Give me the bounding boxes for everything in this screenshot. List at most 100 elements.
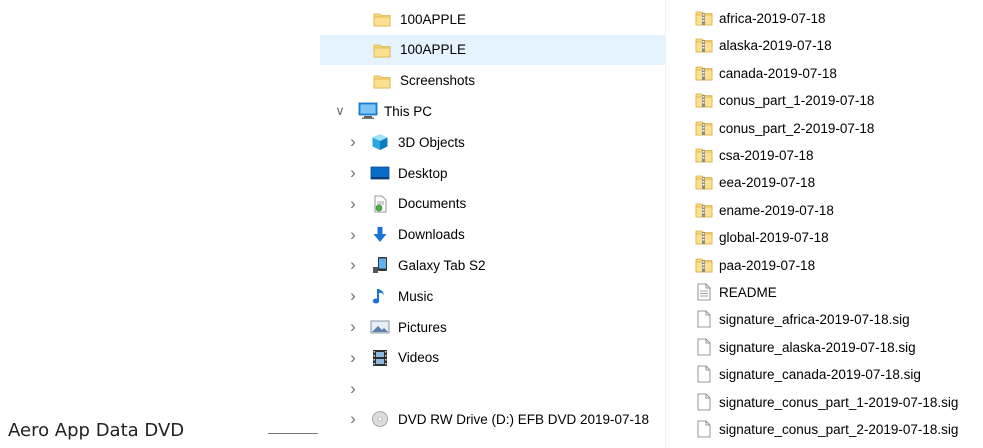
file-item[interactable]: eea-2019-07-18 — [692, 169, 983, 196]
blank-file-icon — [694, 392, 714, 412]
nav-item[interactable]: › Documents — [320, 189, 665, 219]
folder-icon — [372, 9, 392, 29]
navigation-pane: 100APPLE 100APPLE Screenshots ∨ This PC › 3D O… — [320, 0, 665, 448]
nav-item[interactable]: › Videos — [320, 343, 665, 373]
file-name: signature_conus_part_1-2019-07-18.sig — [719, 394, 959, 410]
nav-item-label: Screenshots — [400, 73, 476, 89]
file-item[interactable]: signature_canada-2019-07-18.sig — [692, 361, 983, 388]
file-name: signature_alaska-2019-07-18.sig — [719, 339, 916, 355]
file-name: signature_africa-2019-07-18.sig — [719, 312, 910, 328]
file-name: signature_conus_part_2-2019-07-18.sig — [719, 422, 959, 437]
zip-folder-icon — [694, 255, 714, 275]
chevron-right-icon[interactable]: › — [347, 374, 359, 404]
download-arrow-icon — [370, 225, 390, 245]
cube-icon — [370, 132, 390, 152]
file-item[interactable]: africa-2019-07-18 — [692, 5, 983, 32]
zip-folder-icon — [694, 90, 714, 110]
blank-file-icon — [694, 419, 714, 439]
zip-folder-icon — [694, 118, 714, 138]
computer-icon — [358, 101, 378, 121]
chevron-right-icon[interactable]: › — [347, 158, 359, 188]
nav-item-label: Downloads — [398, 227, 465, 243]
file-item[interactable]: ename-2019-07-18 — [692, 197, 983, 224]
nav-item[interactable]: 100APPLE — [320, 34, 665, 65]
annotation-label: Aero App Data DVD — [8, 419, 185, 441]
zip-folder-icon — [694, 8, 714, 28]
nav-item-label: Galaxy Tab S2 — [398, 257, 486, 273]
file-name: signature_canada-2019-07-18.sig — [719, 367, 921, 383]
nav-item-label: Videos — [398, 350, 440, 366]
nav-item-label: Pictures — [398, 319, 447, 335]
zip-folder-icon — [694, 227, 714, 247]
file-item[interactable]: README — [692, 279, 983, 306]
blank-file-icon — [694, 364, 714, 384]
chevron-right-icon[interactable]: › — [347, 127, 359, 157]
pane-separator — [665, 0, 666, 448]
nav-item-label: 3D Objects — [398, 134, 465, 150]
file-item[interactable]: paa-2019-07-18 — [692, 252, 983, 279]
chevron-down-icon[interactable]: ∨ — [334, 96, 346, 126]
nav-item[interactable]: › Galaxy Tab S2 — [320, 250, 665, 280]
file-item[interactable]: csa-2019-07-18 — [692, 142, 983, 169]
file-name: africa-2019-07-18 — [719, 11, 826, 26]
file-item[interactable]: conus_part_2-2019-07-18 — [692, 115, 983, 142]
chevron-right-icon[interactable]: › — [347, 189, 359, 219]
nav-item[interactable]: › DVD RW Drive (D:) EFB DVD 2019-07-18 — [320, 404, 665, 434]
nav-item[interactable]: › Pictures — [320, 312, 665, 342]
nav-item-label: This PC — [384, 103, 433, 119]
file-name: README — [719, 285, 777, 300]
file-name: paa-2019-07-18 — [719, 257, 816, 273]
chevron-right-icon[interactable]: › — [347, 220, 359, 250]
chevron-right-icon[interactable]: › — [347, 404, 359, 434]
dvd-drive-icon — [370, 409, 390, 429]
zip-folder-icon — [694, 35, 714, 55]
file-item[interactable]: conus_part_1-2019-07-18 — [692, 87, 983, 114]
nav-item[interactable]: › Desktop — [320, 158, 665, 188]
text-file-icon — [694, 282, 714, 302]
nav-item[interactable]: › 3D Objects — [320, 127, 665, 157]
pictures-icon — [370, 317, 390, 337]
file-name: alaska-2019-07-18 — [719, 38, 832, 54]
file-item[interactable]: alaska-2019-07-18 — [692, 32, 983, 59]
nav-item[interactable]: ∨ This PC — [320, 96, 665, 126]
nav-item[interactable]: Screenshots — [320, 66, 665, 96]
folder-icon — [372, 71, 392, 91]
chevron-right-icon[interactable]: › — [347, 281, 359, 311]
file-item[interactable]: signature_conus_part_1-2019-07-18.sig — [692, 389, 983, 416]
zip-folder-icon — [694, 200, 714, 220]
nav-item-label: Music — [398, 288, 434, 304]
zip-folder-icon — [694, 63, 714, 83]
nav-item[interactable]: › Music — [320, 281, 665, 311]
file-item[interactable]: signature_africa-2019-07-18.sig — [692, 306, 983, 333]
file-name: conus_part_2-2019-07-18 — [719, 120, 875, 136]
zip-folder-icon — [694, 172, 714, 192]
file-item[interactable]: global-2019-07-18 — [692, 224, 983, 251]
zip-folder-icon — [694, 145, 714, 165]
file-item[interactable]: signature_conus_part_2-2019-07-18.sig — [692, 416, 983, 443]
chevron-right-icon[interactable]: › — [347, 312, 359, 342]
file-name: conus_part_1-2019-07-18 — [719, 93, 875, 109]
chevron-right-icon[interactable]: › — [347, 343, 359, 373]
tablet-icon — [370, 255, 390, 275]
nav-item-label: 100APPLE — [400, 42, 467, 58]
film-icon — [370, 348, 390, 368]
file-name: canada-2019-07-18 — [719, 65, 837, 81]
nav-item[interactable]: › — [320, 374, 665, 404]
nav-item-label: DVD RW Drive (D:) EFB DVD 2019-07-18 — [398, 411, 650, 427]
folder-icon — [372, 40, 392, 60]
chevron-right-icon[interactable]: › — [347, 250, 359, 280]
nav-item-label: Documents — [398, 196, 467, 212]
file-name: ename-2019-07-18 — [719, 202, 834, 218]
annotation-leader-line — [268, 433, 318, 434]
file-name: global-2019-07-18 — [719, 230, 829, 246]
file-item[interactable]: signature_alaska-2019-07-18.sig — [692, 334, 983, 361]
blank-file-icon — [694, 337, 714, 357]
music-note-icon — [370, 286, 390, 306]
desktop-icon — [370, 163, 390, 183]
nav-item[interactable]: 100APPLE — [320, 4, 665, 34]
nav-item-label: 100APPLE — [400, 11, 467, 27]
nav-item-label: Desktop — [398, 165, 448, 181]
file-item[interactable]: canada-2019-07-18 — [692, 60, 983, 87]
nav-item[interactable]: › Downloads — [320, 220, 665, 250]
documents-icon — [370, 194, 390, 214]
